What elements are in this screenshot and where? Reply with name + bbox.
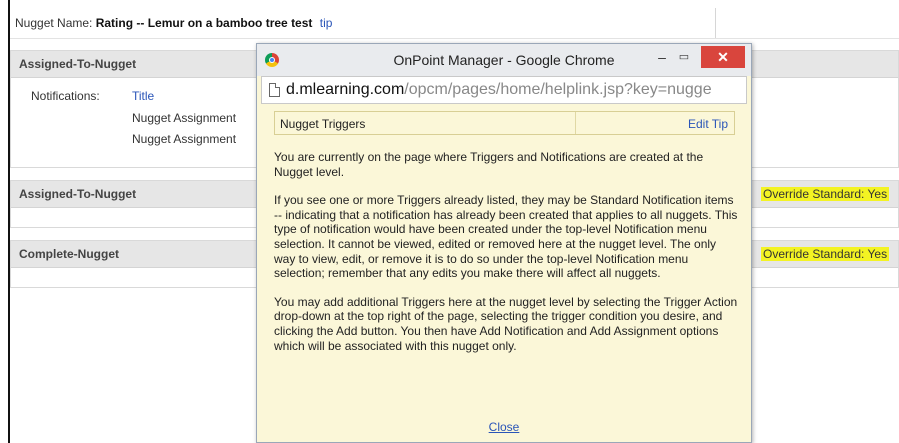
help-paragraph: You may add additional Triggers here at … [274, 294, 738, 353]
page-icon [269, 83, 280, 97]
help-text: You are currently on the page where Trig… [274, 150, 740, 367]
override-standard-badge: Override Standard: Yes [761, 187, 890, 201]
header-divider [715, 8, 716, 38]
nugget-name-cell: Nugget Name: Rating -- Lemur on a bamboo… [15, 16, 332, 30]
panel-title: Assigned-To-Nugget [19, 187, 137, 201]
url-text: d.mlearning.com/opcm/pages/home/helplink… [286, 81, 712, 99]
section-title: Nugget Triggers [280, 117, 366, 131]
nugget-assignment-item: Nugget Assignment [132, 132, 237, 146]
url-host: d.mlearning.com [286, 81, 405, 98]
help-paragraph: You are currently on the page where Trig… [274, 150, 704, 179]
help-popup-window: OnPoint Manager - Google Chrome – ▭ ✕ d.… [256, 43, 752, 443]
nugget-assignment-item: Nugget Assignment [132, 111, 237, 125]
url-path: /opcm/pages/home/helplink.jsp?key=nugge [404, 81, 712, 98]
maximize-button[interactable]: ▭ [675, 49, 693, 67]
notifications-label: Notifications: [31, 89, 100, 103]
window-titlebar[interactable]: OnPoint Manager - Google Chrome – ▭ ✕ [257, 44, 751, 76]
override-standard-badge: Override Standard: Yes [761, 247, 890, 261]
address-bar[interactable]: d.mlearning.com/opcm/pages/home/helplink… [261, 76, 747, 104]
edit-tip-link[interactable]: Edit Tip [688, 117, 728, 131]
nugget-name-label: Nugget Name: [15, 16, 93, 30]
nugget-name-value: Rating -- Lemur on a bamboo tree test [95, 16, 313, 30]
section-divider [575, 112, 576, 134]
tip-link[interactable]: tip [320, 16, 333, 30]
panel-title: Complete-Nugget [19, 247, 119, 261]
help-paragraph: If you see one or more Triggers already … [274, 193, 738, 281]
notification-title-link[interactable]: Title [132, 89, 154, 103]
panel-title: Assigned-To-Nugget [19, 57, 137, 71]
nugget-header: Nugget Name: Rating -- Lemur on a bamboo… [10, 8, 899, 39]
close-link[interactable]: Close [257, 420, 751, 434]
close-window-button[interactable]: ✕ [701, 46, 745, 68]
minimize-button[interactable]: – [653, 49, 671, 67]
nugget-triggers-header: Nugget Triggers Edit Tip [274, 111, 735, 135]
